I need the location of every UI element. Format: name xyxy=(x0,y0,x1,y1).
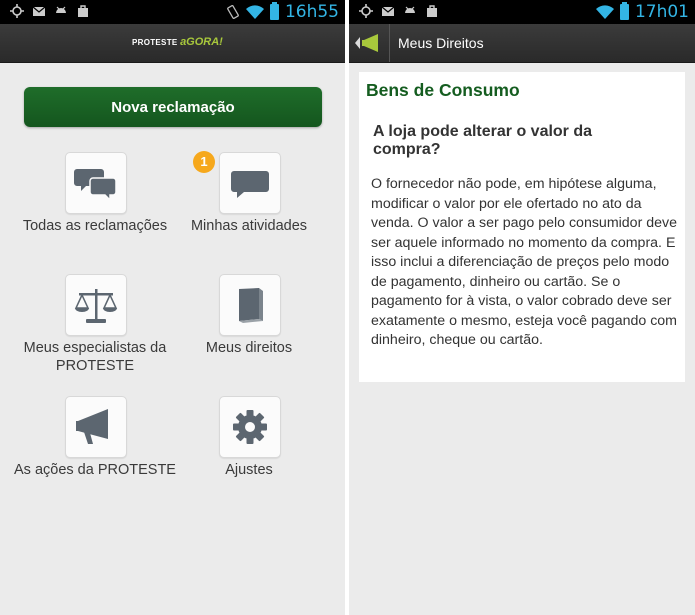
logo-accent-text: aGORA! xyxy=(180,36,223,48)
tile-icon-box xyxy=(65,396,127,458)
book-icon xyxy=(239,288,263,323)
tile-icon-box xyxy=(219,274,281,336)
article-answer: O fornecedor não pode, em hipótese algum… xyxy=(371,176,678,348)
battery-icon xyxy=(269,2,279,20)
clock: 17h01 xyxy=(634,2,689,22)
rotate-icon xyxy=(227,5,239,19)
tile-label: Ajustes xyxy=(225,462,273,478)
tile-icon-box xyxy=(65,274,127,336)
gps-icon xyxy=(359,4,373,18)
tile-label: Todas as reclamações xyxy=(22,218,168,234)
status-bar: 17h01 xyxy=(349,0,695,24)
notification-badge: 1 xyxy=(193,151,215,173)
home-screen: 16h55 PROTESTE aGORA! Nova reclamação To… xyxy=(0,0,345,615)
scales-icon xyxy=(74,289,118,323)
tile-icon-box xyxy=(65,152,127,214)
gear-icon xyxy=(233,410,267,444)
back-button[interactable] xyxy=(349,24,389,62)
wifi-icon xyxy=(245,5,264,19)
article-card: Bens de Consumo A loja pode alterar o va… xyxy=(359,72,685,382)
mail-icon xyxy=(381,6,395,16)
new-complaint-button[interactable]: Nova reclamação xyxy=(24,87,322,127)
header-divider xyxy=(389,24,390,62)
article-question: A loja pode alterar o valor da compra? xyxy=(373,123,593,158)
rights-detail-screen: 17h01 Meus Direitos Bens de Consumo A lo… xyxy=(349,0,695,615)
tile-icon-box: 1 xyxy=(193,151,281,214)
battery-icon xyxy=(619,2,629,20)
tile-label: Meus direitos xyxy=(205,340,293,356)
mail-icon xyxy=(32,6,46,16)
tile-icon-box xyxy=(219,396,281,458)
chat-bubbles-icon xyxy=(74,169,117,202)
clock: 16h55 xyxy=(284,2,339,22)
bag-icon xyxy=(427,5,437,17)
wifi-icon xyxy=(595,5,614,19)
chat-bubble-icon xyxy=(231,171,269,198)
bag-icon xyxy=(78,5,88,17)
app-header: Meus Direitos xyxy=(349,24,695,63)
app-logo: PROTESTE aGORA! xyxy=(132,36,223,48)
megaphone-icon xyxy=(76,409,108,444)
article-category: Bens de Consumo xyxy=(366,80,520,100)
logo-main-text: PROTESTE xyxy=(132,38,178,47)
tile-label: Meus especialistas da PROTESTE xyxy=(23,340,167,374)
tile-label: As ações da PROTESTE xyxy=(14,462,176,478)
tile-label: Minhas atividades xyxy=(190,218,308,234)
app-header: PROTESTE aGORA! xyxy=(0,24,345,63)
page-title: Meus Direitos xyxy=(398,35,484,51)
status-bar: 16h55 xyxy=(0,0,345,24)
android-icon xyxy=(56,6,66,13)
back-megaphone-icon xyxy=(355,34,378,52)
gps-icon xyxy=(10,4,24,18)
android-icon xyxy=(405,6,415,13)
